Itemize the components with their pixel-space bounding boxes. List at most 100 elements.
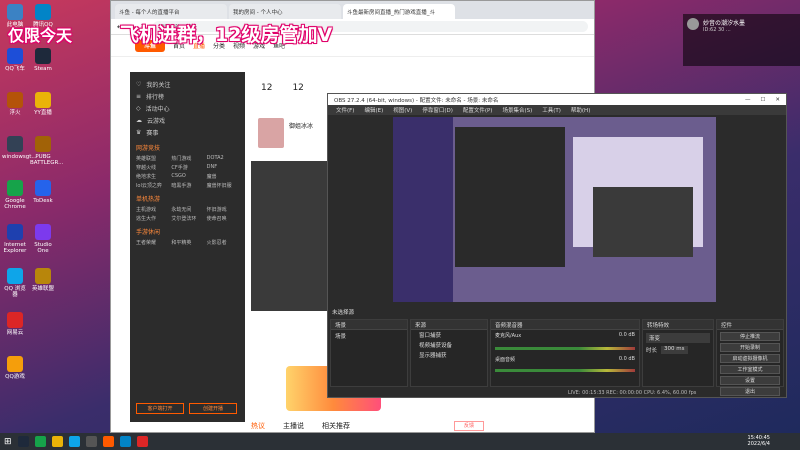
desktop-icon[interactable]: YY直播 bbox=[30, 92, 56, 116]
chrome-taskbar-icon[interactable] bbox=[34, 436, 46, 447]
netease-taskbar-icon[interactable] bbox=[136, 436, 148, 447]
category-link[interactable]: lol云顶之弈 bbox=[136, 182, 168, 189]
obs-preview[interactable] bbox=[393, 117, 716, 302]
category-link[interactable]: DOTA2 bbox=[207, 155, 239, 162]
sidebar-item-cloud-game[interactable]: ☁ 云游戏 bbox=[136, 114, 239, 126]
desktop-icon[interactable]: 英雄联盟 bbox=[30, 268, 56, 292]
obs-menu-item[interactable]: 视图(V) bbox=[393, 106, 412, 114]
category-link[interactable]: 逃生大作 bbox=[136, 215, 168, 222]
category-link[interactable]: 王者荣耀 bbox=[136, 239, 168, 246]
maximize-icon[interactable]: ☐ bbox=[760, 97, 765, 103]
obs-control-button[interactable]: 设置 bbox=[720, 376, 780, 385]
obs-menu-item[interactable]: 编辑(E) bbox=[364, 106, 383, 114]
category-link[interactable]: CSGO bbox=[171, 173, 203, 180]
sidebar-item-follow[interactable]: ♡ 我的关注 bbox=[136, 78, 239, 90]
system-clock[interactable]: 15:40:45 2022/6/4 bbox=[748, 435, 770, 447]
transition-select[interactable]: 渐变 bbox=[646, 333, 710, 343]
obs-control-button[interactable]: 开始录制 bbox=[720, 343, 780, 352]
desktop-icon[interactable]: 网易云 bbox=[2, 312, 28, 336]
desktop-icon[interactable]: 浮火 bbox=[2, 92, 28, 116]
app-icon bbox=[7, 356, 23, 372]
obs-menu-item[interactable]: 文件(F) bbox=[336, 106, 354, 114]
obs-menu-item[interactable]: 场景集合(S) bbox=[502, 106, 532, 114]
minimize-icon[interactable]: — bbox=[745, 97, 751, 103]
feedback-button[interactable]: 反馈 bbox=[454, 421, 484, 431]
obs-control-button[interactable]: 停止推流 bbox=[720, 332, 780, 341]
files-taskbar-icon[interactable] bbox=[51, 436, 63, 447]
sidebar-item-events[interactable]: ◇ 活动中心 bbox=[136, 102, 239, 114]
open-client-button[interactable]: 客户端打开 bbox=[136, 403, 184, 414]
edge-taskbar-icon[interactable] bbox=[68, 436, 80, 447]
steam-taskbar-icon[interactable] bbox=[17, 436, 29, 447]
category-link[interactable]: 火影忍者 bbox=[207, 239, 239, 246]
tab-douyu-home[interactable]: 斗鱼 - 每个人的直播平台 bbox=[115, 4, 227, 19]
category-link[interactable]: 艾尔登法环 bbox=[171, 215, 203, 222]
desktop-icon[interactable]: QQ飞车 bbox=[2, 48, 28, 72]
obs-menu-item[interactable]: 工具(T) bbox=[542, 106, 561, 114]
sources-panel: 来源 窗口捕获 视频捕获设备 显示器捕获 bbox=[410, 319, 488, 387]
category-link[interactable]: DNF bbox=[207, 164, 239, 171]
desktop-icon[interactable]: ToDesk bbox=[30, 180, 56, 204]
category-link[interactable]: 英雄联盟 bbox=[136, 155, 168, 162]
anchor-avatar[interactable] bbox=[258, 118, 284, 148]
obs-menu-item[interactable]: 停靠窗口(D) bbox=[422, 106, 453, 114]
desktop-icon[interactable]: Steam bbox=[30, 48, 56, 72]
obs-control-button[interactable]: 启动虚拟摄像机 bbox=[720, 354, 780, 363]
desktop-volume-meter[interactable] bbox=[495, 369, 635, 372]
category-link[interactable]: 穿越火线 bbox=[136, 164, 168, 171]
tab-my-room[interactable]: 我的房间 - 个人中心 bbox=[229, 4, 341, 19]
tab-related[interactable]: 相关推荐 bbox=[322, 421, 350, 431]
category-link[interactable]: CF手游 bbox=[171, 164, 203, 171]
desktop-icon[interactable]: Google Chrome bbox=[2, 180, 28, 210]
tab-hot-rooms[interactable]: 斗鱼最新房间直播_热门游戏直播_斗 bbox=[343, 4, 455, 19]
desktop-icon-label: 腾讯QQ bbox=[33, 22, 53, 28]
desktop-icon[interactable]: PUBG BATTLEGR... bbox=[30, 136, 63, 166]
category-link[interactable]: 魔兽 bbox=[207, 173, 239, 180]
app-icon bbox=[7, 136, 23, 152]
bottom-tabs: 热议 主播说 相关推荐 bbox=[251, 421, 350, 431]
desktop-icon-label: Google Chrome bbox=[4, 198, 26, 210]
windows-start-icon[interactable]: ⊞ bbox=[4, 437, 12, 447]
app-icon bbox=[35, 92, 51, 108]
close-icon[interactable]: ✕ bbox=[775, 97, 780, 103]
sidebar-item-rank[interactable]: ≡ 排行榜 bbox=[136, 90, 239, 102]
source-window-capture[interactable]: 窗口捕获 bbox=[411, 330, 487, 340]
obs-control-button[interactable]: 工作室模式 bbox=[720, 365, 780, 374]
category-grid-mobile: 王者荣耀 和平精英 火影忍者 bbox=[136, 239, 239, 246]
desktop-icon[interactable]: windowsgt... bbox=[2, 136, 37, 160]
desktop-icon[interactable]: QQ游戏 bbox=[2, 356, 28, 380]
sidebar-item-label: 排行榜 bbox=[146, 93, 165, 101]
qq-taskbar-icon[interactable] bbox=[119, 436, 131, 447]
douyu-taskbar-icon[interactable] bbox=[102, 436, 114, 447]
category-link[interactable]: 主机游戏 bbox=[136, 206, 168, 213]
obs-menu-item[interactable]: 配置文件(P) bbox=[463, 106, 493, 114]
desktop-icon[interactable]: Internet Explorer bbox=[2, 224, 28, 254]
sidebar-item-esports[interactable]: ♛ 赛事 bbox=[136, 126, 239, 138]
desktop-icon[interactable]: 腾讯QQ bbox=[30, 4, 56, 28]
no-source-label: 未选择源 bbox=[332, 310, 355, 316]
category-link[interactable]: 怀旧游戏 bbox=[207, 206, 239, 213]
category-link[interactable]: 魔兽怀旧服 bbox=[207, 182, 239, 189]
tab-anchor-says[interactable]: 主播说 bbox=[283, 421, 304, 431]
obs-control-button[interactable]: 退出 bbox=[720, 387, 780, 396]
obs-taskbar-icon[interactable] bbox=[85, 436, 97, 447]
desktop-icon[interactable]: 此电脑 bbox=[2, 4, 28, 28]
category-link[interactable]: 绝地求生 bbox=[136, 173, 168, 180]
desktop-icon-label: QQ飞车 bbox=[5, 66, 25, 72]
obs-menu-item[interactable]: 帮助(H) bbox=[571, 106, 590, 114]
category-link[interactable]: 永劫无间 bbox=[171, 206, 203, 213]
category-link[interactable]: 使命召唤 bbox=[207, 215, 239, 222]
category-link[interactable]: 和平精英 bbox=[171, 239, 203, 246]
desktop-icon[interactable]: Studio One bbox=[30, 224, 56, 254]
category-link[interactable]: 暗黑手游 bbox=[171, 182, 203, 189]
source-display-capture[interactable]: 显示器捕获 bbox=[411, 350, 487, 360]
scene-item[interactable]: 场景 bbox=[331, 330, 407, 342]
obs-title: OBS 27.2.4 (64-bit, windows) - 配置文件: 未命名… bbox=[334, 97, 499, 104]
source-video-device[interactable]: 视频捕获设备 bbox=[411, 340, 487, 350]
duration-input[interactable]: 300 ms bbox=[661, 346, 688, 354]
start-stream-button[interactable]: 创建开播 bbox=[189, 403, 237, 414]
tab-hot-discussion[interactable]: 热议 bbox=[251, 421, 265, 431]
desktop-icon[interactable]: QQ 浏览器 bbox=[2, 268, 28, 298]
category-link[interactable]: 热门游戏 bbox=[171, 155, 203, 162]
chat-overlay: 妙音の潮汐水墨 ID:62 30 ... bbox=[683, 14, 800, 66]
